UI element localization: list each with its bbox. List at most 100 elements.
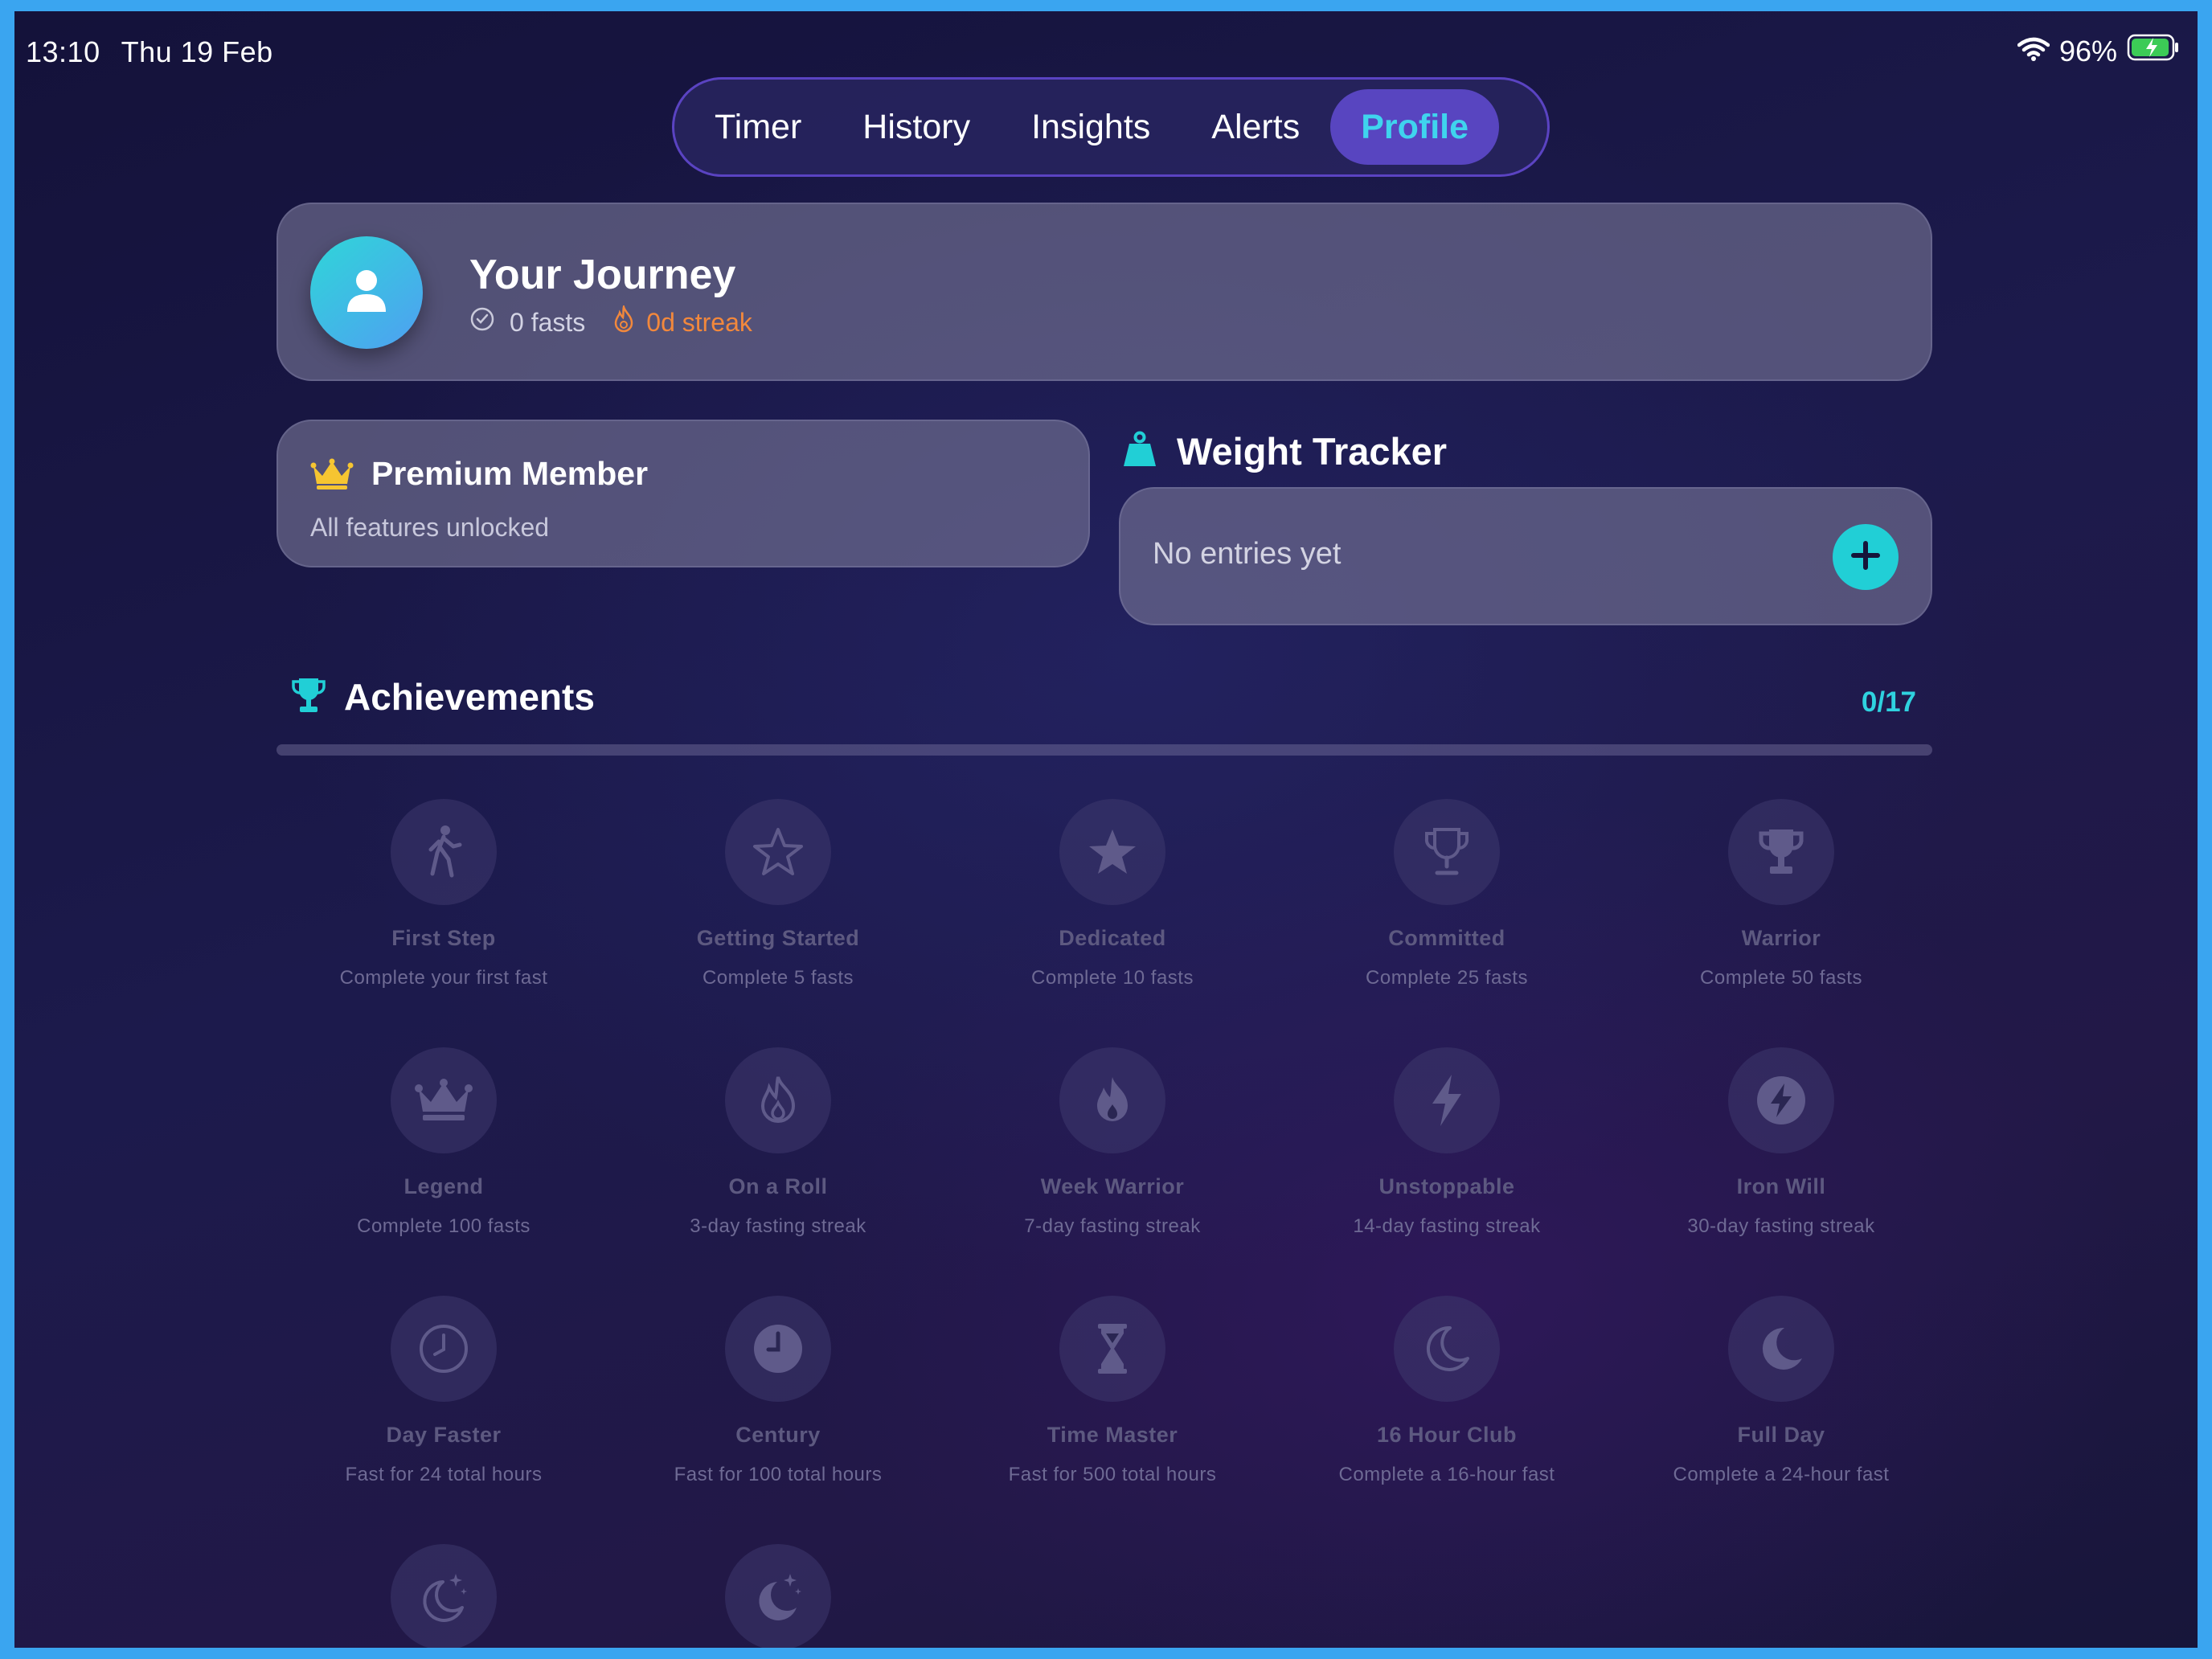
battery-icon <box>2127 34 2180 68</box>
achievement-description: 30-day fasting streak <box>1687 1215 1875 1237</box>
achievement-badge <box>1059 1047 1165 1153</box>
journey-card: Your Journey 0 fasts 0d streak <box>276 203 1932 381</box>
avatar[interactable] <box>310 236 423 349</box>
achievement-description: Complete 50 fasts <box>1700 967 1862 989</box>
achievement-description: 3-day fasting streak <box>690 1215 866 1237</box>
status-time: 13:10 <box>26 35 100 68</box>
achievement-item[interactable]: 16 Hour Club Complete a 16-hour fast <box>1280 1296 1614 1486</box>
achievement-badge <box>725 1296 831 1402</box>
tab-history[interactable]: History <box>832 89 1001 165</box>
achievement-item[interactable]: Week Warrior 7-day fasting streak <box>945 1047 1280 1238</box>
achievement-description: Complete 10 fasts <box>1031 967 1194 989</box>
flame-icon <box>1092 1074 1133 1127</box>
achievement-badge <box>725 799 831 905</box>
achievement-name: Day Faster <box>386 1423 502 1447</box>
journey-title: Your Journey <box>469 252 736 298</box>
achievement-name: Week Warrior <box>1040 1174 1185 1198</box>
trophy-icon <box>291 676 326 719</box>
tab-alerts[interactable]: Alerts <box>1181 89 1330 165</box>
achievement-badge <box>391 1544 497 1648</box>
trophy-icon <box>1757 826 1805 878</box>
crown-icon <box>415 1078 473 1123</box>
premium-subtitle: All features unlocked <box>310 513 550 542</box>
scale-weight-icon <box>1122 431 1157 472</box>
achievement-item[interactable]: Day Faster Fast for 24 total hours <box>276 1296 611 1486</box>
status-bar-right: 96% <box>2017 34 2180 68</box>
tab-timer[interactable]: Timer <box>684 89 832 165</box>
flame-icon <box>612 303 635 339</box>
achievement-item[interactable]: Century Fast for 100 total hours <box>611 1296 945 1486</box>
achievement-badge <box>1728 1047 1834 1153</box>
achievement-name: Getting Started <box>696 926 860 950</box>
journey-stats: 0 fasts 0d streak <box>469 303 752 339</box>
achievement-item[interactable]: Full Day Complete a 24-hour fast <box>1614 1296 1948 1486</box>
tab-insights[interactable]: Insights <box>1001 89 1181 165</box>
premium-card[interactable]: Premium Member All features unlocked <box>276 420 1090 567</box>
achievement-item[interactable]: Warrior Complete 50 fasts <box>1614 799 1948 989</box>
achievement-description: Complete 25 fasts <box>1366 967 1528 989</box>
achievement-badge <box>1728 799 1834 905</box>
check-circle-icon <box>469 306 495 338</box>
weight-empty-text: No entries yet <box>1153 537 1342 571</box>
achievement-item[interactable] <box>276 1544 611 1648</box>
achievement-item[interactable]: Unstoppable 14-day fasting streak <box>1280 1047 1614 1238</box>
crown-icon <box>310 458 354 494</box>
achievements-count: 0/17 <box>1861 686 1916 718</box>
achievement-badge <box>391 799 497 905</box>
achievements-title: Achievements <box>344 676 595 718</box>
moon-outline-icon <box>1421 1323 1473 1374</box>
screen: 13:10 Thu 19 Feb 96% Timer History Insigh… <box>14 11 2198 1648</box>
achievement-description: Complete 100 fasts <box>357 1215 530 1237</box>
person-icon <box>344 267 389 319</box>
battery-percent: 96% <box>2058 34 2117 68</box>
achievement-name: Dedicated <box>1059 926 1166 950</box>
achievement-name: Century <box>735 1423 821 1447</box>
walking-icon <box>421 824 466 880</box>
achievement-description: Complete a 16-hour fast <box>1338 1464 1555 1485</box>
achievement-item[interactable] <box>611 1544 945 1648</box>
streak-count: 0d streak <box>646 307 752 337</box>
achievement-description: Fast for 24 total hours <box>345 1464 543 1485</box>
achievement-name: On a Roll <box>728 1174 828 1198</box>
achievement-badge <box>1728 1296 1834 1402</box>
flame-outline-icon <box>758 1074 798 1127</box>
achievements-progress-bar <box>276 744 1932 756</box>
add-weight-button[interactable] <box>1833 524 1899 590</box>
achievement-name: Unstoppable <box>1378 1174 1515 1198</box>
achievement-item[interactable]: Getting Started Complete 5 fasts <box>611 799 945 989</box>
achievement-item[interactable]: Time Master Fast for 500 total hours <box>945 1296 1280 1486</box>
achievement-item[interactable]: Committed Complete 25 fasts <box>1280 799 1614 989</box>
weight-tracker-header: Weight Tracker <box>1122 429 1447 473</box>
hourglass-icon <box>1095 1322 1130 1375</box>
moon-stars-icon <box>752 1571 805 1624</box>
achievement-description: Complete 5 fasts <box>702 967 854 989</box>
achievement-item[interactable]: Dedicated Complete 10 fasts <box>945 799 1280 989</box>
achievement-description: 7-day fasting streak <box>1024 1215 1201 1237</box>
tab-profile[interactable]: Profile <box>1330 89 1500 165</box>
bolt-icon <box>1428 1073 1466 1128</box>
achievement-badge <box>1394 1047 1500 1153</box>
plus-icon <box>1849 539 1882 576</box>
achievement-name: Warrior <box>1741 926 1821 950</box>
achievement-item[interactable]: On a Roll 3-day fasting streak <box>611 1047 945 1238</box>
achievement-name: First Step <box>391 926 496 950</box>
moon-icon <box>1755 1323 1807 1374</box>
premium-title: Premium Member <box>371 455 649 492</box>
achievement-item[interactable]: Iron Will 30-day fasting streak <box>1614 1047 1948 1238</box>
moon-stars-outline-icon <box>417 1571 470 1624</box>
clock-outline-icon <box>417 1322 470 1375</box>
fasts-count: 0 fasts <box>510 307 586 337</box>
achievement-item[interactable]: First Step Complete your first fast <box>276 799 611 989</box>
wifi-icon <box>2017 35 2050 68</box>
achievement-description: 14-day fasting streak <box>1353 1215 1541 1237</box>
achievement-description: Complete a 24-hour fast <box>1673 1464 1890 1485</box>
trophy-outline-icon <box>1423 826 1471 878</box>
bolt-circle-icon <box>1755 1074 1808 1127</box>
tab-bar: Timer History Insights Alerts Profile <box>672 77 1550 177</box>
achievement-badge <box>391 1296 497 1402</box>
achievement-badge <box>391 1047 497 1153</box>
achievements-header: Achievements 0/17 <box>291 675 1947 719</box>
weight-tracker-title: Weight Tracker <box>1177 430 1448 473</box>
achievement-badge <box>725 1544 831 1648</box>
achievement-item[interactable]: Legend Complete 100 fasts <box>276 1047 611 1238</box>
